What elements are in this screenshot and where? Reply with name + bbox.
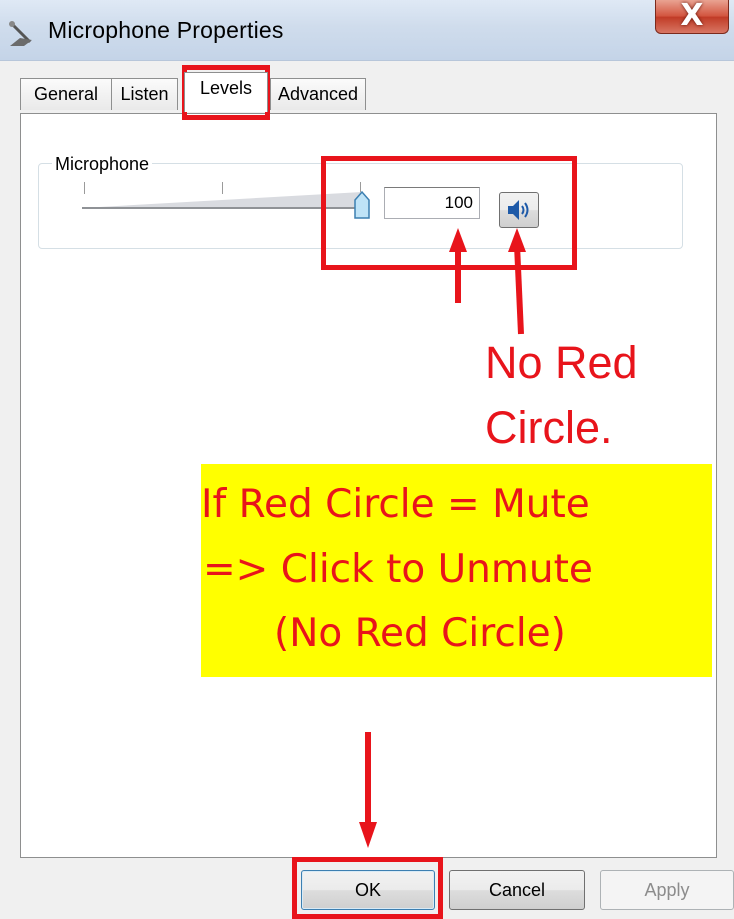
mute-instruction-box: If Red Circle = Mute => Click to Unmute … bbox=[201, 464, 712, 677]
tab-general[interactable]: General bbox=[20, 78, 112, 110]
ok-button[interactable]: OK bbox=[301, 870, 435, 910]
tab-listen[interactable]: Listen bbox=[111, 78, 178, 110]
close-button[interactable]: X bbox=[655, 0, 729, 34]
microphone-group-label: Microphone bbox=[52, 154, 153, 175]
note-line-3: (No Red Circle) bbox=[274, 611, 566, 656]
no-red-circle-note-line1: No Red bbox=[485, 337, 638, 388]
close-icon: X bbox=[680, 0, 704, 33]
note-line-1: If Red Circle = Mute bbox=[201, 482, 590, 527]
tab-advanced[interactable]: Advanced bbox=[270, 78, 366, 110]
no-red-circle-note-line2: Circle. bbox=[485, 402, 613, 453]
cancel-button[interactable]: Cancel bbox=[449, 870, 585, 910]
title-bar: Microphone Properties X bbox=[0, 0, 734, 61]
apply-button[interactable]: Apply bbox=[600, 870, 734, 910]
window-title: Microphone Properties bbox=[48, 17, 284, 43]
volume-controls-highlight bbox=[321, 156, 577, 270]
tab-levels[interactable]: Levels bbox=[184, 72, 268, 112]
microphone-icon bbox=[9, 21, 32, 46]
note-line-2: => Click to Unmute bbox=[203, 547, 593, 592]
